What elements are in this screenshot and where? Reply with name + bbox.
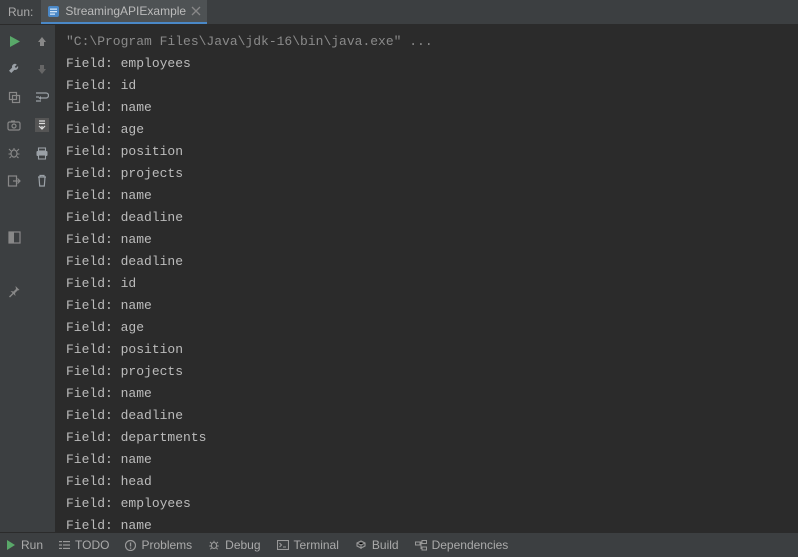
exit-icon[interactable]: [6, 173, 22, 189]
pin-icon[interactable]: [6, 283, 22, 299]
bottom-toolbar: Run TODO Problems Debug Terminal Build D…: [0, 532, 798, 557]
bug-icon[interactable]: [6, 145, 22, 161]
console-line: Field: deadline: [66, 207, 788, 229]
console-line: Field: projects: [66, 163, 788, 185]
console-line: Field: head: [66, 471, 788, 493]
run-config-icon: [47, 5, 60, 18]
console-line: Field: id: [66, 75, 788, 97]
console-line: Field: name: [66, 449, 788, 471]
console-line: Field: position: [66, 141, 788, 163]
console-line: Field: name: [66, 185, 788, 207]
soft-wrap-icon[interactable]: [34, 89, 50, 105]
toolbar-column-1: [0, 25, 28, 532]
body-area: "C:\Program Files\Java\jdk-16\bin\java.e…: [0, 25, 798, 532]
tool-problems-label: Problems: [141, 538, 192, 552]
tool-dependencies-label: Dependencies: [432, 538, 509, 552]
tool-debug[interactable]: Debug: [208, 538, 260, 552]
trash-icon[interactable]: [34, 173, 50, 189]
console-line: Field: name: [66, 229, 788, 251]
console-line: Field: name: [66, 515, 788, 532]
console-line: Field: deadline: [66, 405, 788, 427]
print-icon[interactable]: [34, 145, 50, 161]
console-line: Field: employees: [66, 53, 788, 75]
console-line: Field: age: [66, 317, 788, 339]
arrow-up-icon[interactable]: [34, 33, 50, 49]
duplicate-icon[interactable]: [6, 89, 22, 105]
tool-dependencies[interactable]: Dependencies: [415, 538, 509, 552]
tool-build-label: Build: [372, 538, 399, 552]
top-bar: Run: StreamingAPIExample: [0, 0, 798, 25]
layout-icon[interactable]: [6, 229, 22, 245]
camera-icon[interactable]: [6, 117, 22, 133]
tool-run[interactable]: Run: [6, 538, 43, 552]
toolbar-column-2: [28, 25, 56, 532]
tool-terminal-label: Terminal: [294, 538, 339, 552]
console-line: Field: position: [66, 339, 788, 361]
run-icon[interactable]: [6, 33, 22, 49]
tool-todo[interactable]: TODO: [59, 538, 109, 552]
console-line: Field: projects: [66, 361, 788, 383]
tool-todo-label: TODO: [75, 538, 109, 552]
run-panel-label: Run:: [0, 5, 41, 19]
console-line: Field: name: [66, 295, 788, 317]
close-icon[interactable]: [191, 6, 201, 16]
console-line: Field: age: [66, 119, 788, 141]
console-line: Field: departments: [66, 427, 788, 449]
console-command: "C:\Program Files\Java\jdk-16\bin\java.e…: [66, 31, 788, 53]
run-tab[interactable]: StreamingAPIExample: [41, 0, 207, 24]
tool-problems[interactable]: Problems: [125, 538, 192, 552]
tool-terminal[interactable]: Terminal: [277, 538, 339, 552]
console-line: Field: id: [66, 273, 788, 295]
console-line: Field: name: [66, 383, 788, 405]
tool-debug-label: Debug: [225, 538, 260, 552]
tool-build[interactable]: Build: [355, 538, 399, 552]
wrench-icon[interactable]: [6, 61, 22, 77]
console-line: Field: name: [66, 97, 788, 119]
console-line: Field: deadline: [66, 251, 788, 273]
run-tab-title: StreamingAPIExample: [65, 4, 186, 18]
console-output[interactable]: "C:\Program Files\Java\jdk-16\bin\java.e…: [56, 25, 798, 532]
tool-run-label: Run: [21, 538, 43, 552]
console-line: Field: employees: [66, 493, 788, 515]
arrow-down-icon[interactable]: [34, 61, 50, 77]
scroll-end-icon[interactable]: [34, 117, 50, 133]
